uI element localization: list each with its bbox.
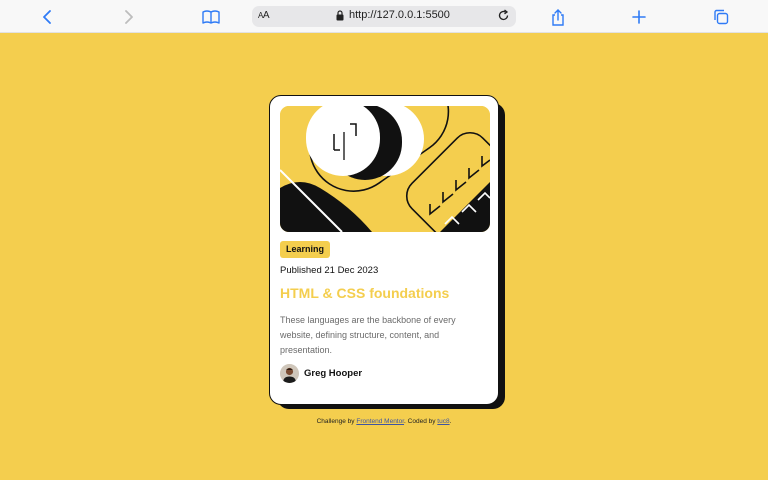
author-link[interactable]: tuc8	[437, 418, 449, 425]
tabs-icon	[714, 9, 729, 25]
forward-button[interactable]	[117, 6, 139, 28]
attribution: Challenge by Frontend Mentor. Coded by t…	[0, 418, 768, 425]
plus-icon	[632, 10, 646, 24]
attribution-middle: . Coded by	[404, 418, 438, 425]
published-date: Published 21 Dec 2023	[280, 265, 379, 276]
avatar	[280, 364, 299, 383]
share-button[interactable]	[547, 6, 569, 28]
author: Greg Hooper	[280, 364, 362, 383]
reload-icon[interactable]	[497, 9, 510, 22]
chevron-right-icon	[125, 10, 133, 24]
blog-preview-card: Learning Published 21 Dec 2023 HTML & CS…	[269, 95, 499, 405]
share-icon	[552, 8, 564, 26]
card-title[interactable]: HTML & CSS foundations	[280, 285, 449, 301]
text-size-button[interactable]: AA	[258, 10, 270, 21]
category-badge: Learning	[280, 241, 331, 258]
url-text: http://127.0.0.1:5500	[349, 9, 450, 21]
card-description: These languages are the backbone of ever…	[280, 315, 456, 355]
book-icon	[202, 10, 220, 24]
browser-toolbar: AA http://127.0.0.1:5500	[0, 0, 768, 33]
card-illustration	[280, 106, 490, 232]
chevron-left-icon	[43, 10, 51, 24]
attribution-suffix: .	[449, 418, 452, 425]
frontend-mentor-link[interactable]: Frontend Mentor	[356, 418, 404, 425]
back-button[interactable]	[37, 6, 59, 28]
author-name: Greg Hooper	[304, 368, 363, 379]
attribution-prefix: Challenge by	[316, 418, 357, 425]
address-bar[interactable]: AA http://127.0.0.1:5500	[252, 6, 516, 27]
bookmarks-button[interactable]	[200, 6, 222, 28]
tabs-overview-button[interactable]	[710, 6, 732, 28]
lock-icon	[336, 10, 344, 21]
new-tab-button[interactable]	[628, 6, 650, 28]
